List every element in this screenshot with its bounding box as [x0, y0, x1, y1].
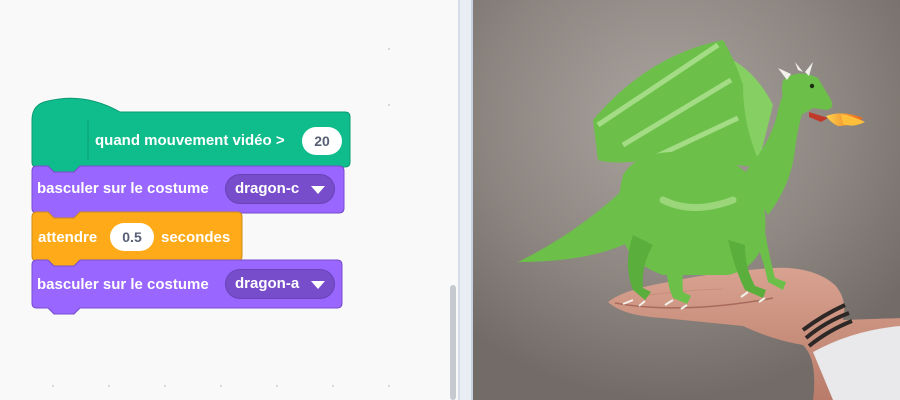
costume-dropdown-1[interactable]: dragon-c — [225, 174, 335, 204]
costume-dropdown-2-value: dragon-a — [235, 275, 300, 292]
wait-seconds-input[interactable]: 0.5 — [110, 223, 154, 251]
costume-dropdown-2[interactable]: dragon-a — [225, 269, 335, 299]
triangle-down-icon — [311, 186, 325, 194]
wait-label-after: secondes — [161, 229, 231, 246]
hat-block-label: quand mouvement vidéo > — [95, 132, 285, 149]
stage[interactable] — [473, 0, 900, 400]
stage-canvas — [473, 0, 900, 400]
motion-threshold-input[interactable]: 20 — [302, 127, 342, 155]
switch-costume-label-2: basculer sur le costume — [37, 276, 209, 293]
code-area[interactable]: quand mouvement vidéo > 20 basculer sur … — [0, 0, 458, 400]
code-scrollbar-thumb[interactable] — [450, 285, 456, 400]
wait-label-before: attendre — [38, 229, 98, 246]
costume-dropdown-1-value: dragon-c — [235, 180, 300, 197]
switch-costume-label-1: basculer sur le costume — [37, 180, 209, 197]
triangle-down-icon — [311, 281, 325, 289]
